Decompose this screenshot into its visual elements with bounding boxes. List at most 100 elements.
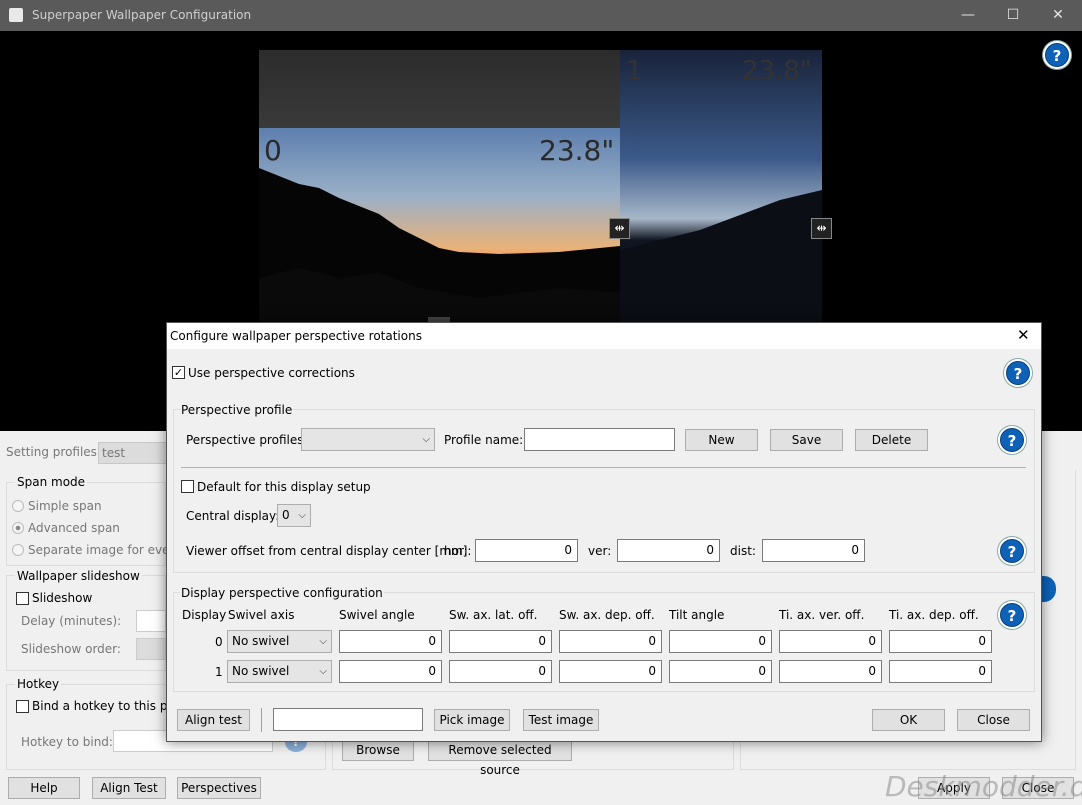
display-config-help-icon[interactable]: ?: [1000, 603, 1024, 627]
col-swivel-angle: Swivel angle: [339, 608, 415, 622]
row-0-tilt-angle[interactable]: 0: [669, 630, 772, 653]
new-button[interactable]: New: [685, 429, 758, 451]
chevron-down-icon: ⌵: [319, 666, 327, 677]
row-0-swivel-axis-select[interactable]: No swivel ⌵: [227, 630, 332, 653]
dialog-title: Configure wallpaper perspective rotation…: [170, 329, 422, 343]
default-setup-checkbox[interactable]: [181, 480, 194, 493]
chevron-down-icon: ⌵: [319, 636, 327, 647]
display-1-index: 1: [626, 56, 643, 86]
display-0-top-empty: [259, 50, 620, 128]
default-setup-label: Default for this display setup: [197, 480, 371, 494]
display-0-size: 23.8": [539, 134, 615, 167]
col-swivel-axis: Swivel axis: [228, 608, 295, 622]
align-test-button[interactable]: Align Test: [92, 777, 166, 799]
bind-hotkey-label: Bind a hotkey to this prof: [32, 699, 166, 713]
ver-input[interactable]: 0: [617, 539, 720, 562]
row-0-swivel-angle[interactable]: 0: [339, 630, 442, 653]
row-0-sw-dep-off[interactable]: 0: [559, 630, 662, 653]
col-tilt-angle: Tilt angle: [669, 608, 725, 622]
separate-image-label: Separate image for every d: [28, 543, 166, 557]
dialog-help-icon[interactable]: ?: [1006, 361, 1030, 385]
ok-button[interactable]: OK: [872, 709, 945, 731]
display-config-title: Display perspective configuration: [180, 586, 384, 600]
close-main-button[interactable]: Close: [1002, 777, 1074, 799]
central-display-value: 0: [282, 508, 290, 522]
browse-button[interactable]: Browse: [342, 739, 414, 761]
pick-image-button[interactable]: Pick image: [434, 709, 510, 731]
hor-input[interactable]: 0: [475, 539, 578, 562]
remove-source-button[interactable]: Remove selected source: [428, 739, 572, 777]
delay-label: Delay (minutes):: [21, 614, 122, 628]
app-icon: [9, 8, 23, 22]
apply-button[interactable]: Apply: [918, 777, 990, 799]
row-0-sw-lat-off[interactable]: 0: [449, 630, 552, 653]
simple-span-radio[interactable]: [12, 500, 24, 512]
row-1-sw-lat-off[interactable]: 0: [449, 660, 552, 683]
order-label: Slideshow order:: [21, 642, 121, 656]
profiles-label: Perspective profiles:: [186, 433, 308, 447]
profile-help-icon[interactable]: ?: [1000, 428, 1024, 452]
resize-handle-icon[interactable]: ⇹: [609, 218, 630, 239]
delay-input[interactable]: [136, 610, 166, 632]
main-titlebar: Superpaper Wallpaper Configuration — ☐ ✕: [0, 0, 1082, 31]
col-ti-ver-off: Ti. ax. ver. off.: [779, 608, 865, 622]
separate-image-radio[interactable]: [12, 544, 24, 556]
col-sw-dep-off: Sw. ax. dep. off.: [559, 608, 655, 622]
span-mode-title: Span mode: [15, 475, 88, 489]
central-display-select[interactable]: 0 ⌵: [277, 504, 311, 527]
row-1-ti-ver-off[interactable]: 0: [779, 660, 882, 683]
simple-span-label: Simple span: [28, 499, 102, 513]
ver-label: ver:: [588, 544, 612, 558]
col-sw-lat-off: Sw. ax. lat. off.: [449, 608, 538, 622]
profiles-select[interactable]: ⌵: [301, 428, 435, 451]
align-test-dialog-button[interactable]: Align test: [177, 709, 250, 731]
viewer-offset-label: Viewer offset from central display cente…: [186, 544, 472, 558]
resize-handle-icon[interactable]: ⇹: [811, 218, 832, 239]
display-0-preview[interactable]: 0 23.8": [259, 128, 620, 322]
row-1-swivel-axis-value: No swivel: [232, 664, 290, 678]
dialog-close-icon[interactable]: ✕: [1017, 326, 1030, 344]
setting-profiles-select[interactable]: test: [98, 442, 168, 464]
close-dialog-button[interactable]: Close: [957, 709, 1030, 731]
order-select[interactable]: [136, 638, 166, 660]
profile-name-input[interactable]: [524, 428, 675, 451]
preview-help-icon[interactable]: ?: [1045, 43, 1069, 67]
viewer-help-icon[interactable]: ?: [1000, 539, 1024, 563]
hotkey-title: Hotkey: [15, 677, 62, 691]
perspective-dialog: Configure wallpaper perspective rotation…: [166, 322, 1042, 742]
bind-hotkey-checkbox[interactable]: [16, 700, 29, 713]
row-0-ti-dep-off[interactable]: 0: [889, 630, 992, 653]
maximize-button[interactable]: ☐: [990, 0, 1036, 31]
help-button[interactable]: Help: [8, 777, 80, 799]
profile-name-label: Profile name:: [444, 433, 524, 447]
window-title: Superpaper Wallpaper Configuration: [32, 8, 252, 22]
row-1-sw-dep-off[interactable]: 0: [559, 660, 662, 683]
slideshow-checkbox[interactable]: [16, 592, 29, 605]
use-corrections-label: Use perspective corrections: [188, 366, 355, 380]
dist-input[interactable]: 0: [762, 539, 865, 562]
test-image-button[interactable]: Test image: [523, 709, 599, 731]
use-corrections-checkbox[interactable]: ✓: [172, 366, 185, 379]
row-1-tilt-angle[interactable]: 0: [669, 660, 772, 683]
save-button[interactable]: Save: [770, 429, 843, 451]
minimize-button[interactable]: —: [945, 0, 991, 31]
row-1-ti-dep-off[interactable]: 0: [889, 660, 992, 683]
advanced-span-label: Advanced span: [28, 521, 120, 535]
display-1-size: 23.8": [742, 56, 812, 86]
delete-button[interactable]: Delete: [855, 429, 928, 451]
display-1-landscape: [620, 190, 822, 322]
display-0-index: 0: [264, 134, 282, 167]
setting-profiles-label: Setting profiles:: [6, 445, 101, 459]
row-1-swivel-angle[interactable]: 0: [339, 660, 442, 683]
perspectives-button[interactable]: Perspectives: [177, 777, 261, 799]
close-window-button[interactable]: ✕: [1035, 0, 1081, 31]
bottom-separator: [261, 708, 262, 732]
image-path-input[interactable]: [273, 708, 423, 731]
display-1-preview[interactable]: 1 23.8": [620, 50, 822, 322]
advanced-span-radio[interactable]: [12, 522, 24, 534]
row-1-swivel-axis-select[interactable]: No swivel ⌵: [227, 660, 332, 683]
dialog-titlebar: Configure wallpaper perspective rotation…: [167, 323, 1041, 349]
hor-label: hor:: [444, 544, 468, 558]
central-display-label: Central display:: [186, 509, 280, 523]
row-0-ti-ver-off[interactable]: 0: [779, 630, 882, 653]
